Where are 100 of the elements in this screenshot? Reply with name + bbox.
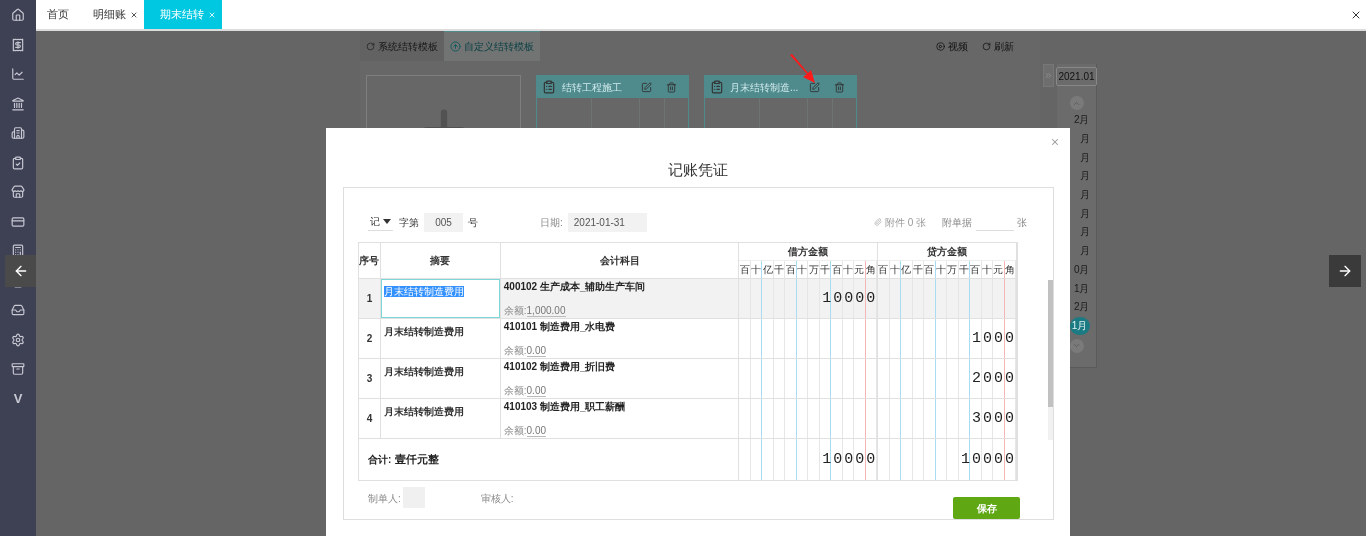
- logo-text[interactable]: V: [13, 391, 23, 405]
- balance-value: 0.00: [526, 346, 547, 357]
- digit-unit: 十: [843, 264, 853, 275]
- digit-unit: 元: [854, 264, 865, 275]
- column-header: 序号: [359, 254, 380, 268]
- inbox-icon[interactable]: [11, 303, 25, 317]
- calculator-icon[interactable]: [11, 244, 25, 258]
- bank-icon[interactable]: [11, 96, 25, 111]
- month-item[interactable]: 1月: [1073, 279, 1090, 298]
- dialog-title: 记账凭证: [668, 159, 728, 180]
- template-tab[interactable]: 系统结转模板: [360, 31, 444, 61]
- column-header: 会计科目: [599, 254, 640, 268]
- video-button[interactable]: 视频: [936, 31, 968, 61]
- delete-icon[interactable]: [834, 81, 845, 93]
- date-label: 日期:: [540, 215, 563, 230]
- building-icon[interactable]: [11, 126, 25, 140]
- account-text: 410101 制造费用_水电费: [503, 322, 616, 332]
- maker-label: 制单人:: [368, 492, 401, 506]
- digit-unit: 千: [774, 264, 785, 275]
- month-item[interactable]: 月: [1079, 148, 1090, 168]
- balance-value: 0.00: [526, 426, 547, 437]
- month-item[interactable]: 2月: [1073, 297, 1090, 317]
- month-item[interactable]: 0月: [1073, 260, 1090, 280]
- archive-icon[interactable]: [11, 362, 25, 376]
- digit-unit: 百: [924, 264, 935, 275]
- edit-icon[interactable]: [809, 81, 820, 93]
- delete-icon[interactable]: [666, 81, 677, 93]
- balance-label: 余额:: [503, 386, 527, 397]
- line-chart-icon[interactable]: [11, 67, 25, 81]
- digit-unit: 百: [739, 264, 750, 275]
- amount: 10000: [961, 452, 1016, 467]
- clipboard-icon: [542, 80, 556, 94]
- month-item[interactable]: 2月: [1073, 111, 1090, 130]
- amount: 3000: [972, 411, 1016, 426]
- balance-label: 余额:: [503, 426, 527, 437]
- receipt-icon[interactable]: [11, 37, 25, 52]
- month-item[interactable]: 1月: [1069, 316, 1090, 335]
- save-button[interactable]: 保存: [953, 497, 1020, 519]
- template-tab[interactable]: 自定义结转模板: [444, 31, 540, 61]
- refresh-icon: [366, 41, 375, 51]
- number-field[interactable]: 005: [424, 212, 463, 232]
- amount: 10000: [822, 452, 878, 467]
- date-field[interactable]: 2021-01-31: [567, 212, 647, 232]
- clipboard-check-icon[interactable]: [11, 155, 25, 170]
- tab[interactable]: 期末结转: [144, 0, 222, 29]
- voucher-row[interactable]: 2 月末结转制造费用 410101 制造费用_水电费 余额:0.00 1000: [359, 319, 1017, 359]
- clipboard-icon: [710, 80, 724, 94]
- close-icon[interactable]: [130, 10, 138, 19]
- balance-value: 1,000.00: [526, 306, 566, 317]
- store-icon[interactable]: [11, 185, 25, 199]
- summary-text: 月末结转制造费用: [383, 326, 464, 337]
- summary-input[interactable]: 月末结转制造费用: [380, 279, 500, 318]
- month-item[interactable]: 月: [1079, 223, 1090, 242]
- attach-docs-label: 附单据: [942, 215, 972, 230]
- month-item[interactable]: 月: [1079, 129, 1090, 149]
- tab[interactable]: 首页: [36, 0, 81, 29]
- digit-unit: 万: [808, 264, 819, 275]
- next-button[interactable]: [1329, 255, 1361, 287]
- card-icon[interactable]: [11, 214, 25, 229]
- period-field[interactable]: 2021.01: [1056, 67, 1097, 86]
- paperclip-icon[interactable]: [873, 218, 882, 226]
- month-item[interactable]: 月: [1079, 204, 1090, 224]
- home-icon[interactable]: [11, 8, 25, 22]
- column-header: 贷方金额: [927, 245, 968, 260]
- tab[interactable]: 明细账: [81, 0, 144, 29]
- digit-unit: 角: [1004, 264, 1015, 275]
- amount: 10000: [822, 291, 878, 306]
- settings-icon[interactable]: [11, 332, 25, 347]
- attach-docs-unit: 张: [1017, 215, 1027, 230]
- caret-icon: [383, 219, 391, 224]
- annotation-arrow: [788, 53, 818, 85]
- refresh-button[interactable]: 刷新: [982, 31, 1014, 61]
- voucher-row[interactable]: 1 月末结转制造费用 400102 生产成本_辅助生产车间 余额:1,000.00 10000: [359, 279, 1017, 319]
- card-title: 结转工程施工: [562, 80, 623, 95]
- balance-label: 余额:: [503, 346, 527, 357]
- digit-unit: 千: [912, 264, 923, 275]
- digit-unit: 千: [958, 264, 969, 275]
- month-item[interactable]: 月: [1079, 185, 1090, 205]
- column-header: 摘要: [430, 254, 451, 268]
- voucher-row[interactable]: 4 月末结转制造费用 410103 制造费用_职工薪酬 余额:0.00 3000: [359, 399, 1017, 439]
- month-item[interactable]: 月: [1079, 241, 1090, 261]
- digit-unit: 十: [889, 264, 900, 275]
- month-item[interactable]: 月: [1079, 167, 1090, 186]
- digit-unit: 元: [993, 264, 1004, 275]
- digit-unit: 千: [820, 264, 830, 275]
- edit-icon[interactable]: [641, 81, 652, 93]
- attachment-link[interactable]: 附件 0 张: [884, 214, 926, 230]
- word-label: 字第: [399, 215, 419, 230]
- amount: 2000: [972, 371, 1016, 386]
- voucher-word-select[interactable]: 记: [368, 213, 393, 231]
- refresh-icon: [982, 41, 991, 51]
- account-text: 410103 制造费用_职工薪酬: [503, 402, 626, 412]
- voucher-row[interactable]: 3 月末结转制造费用 410102 制造费用_折旧费 余额:0.00 2000: [359, 359, 1017, 399]
- digit-unit: 十: [935, 264, 946, 275]
- row-index: 1: [366, 292, 373, 306]
- balance-label: 余额:: [503, 306, 527, 317]
- summary-text: 月末结转制造费用: [383, 406, 464, 417]
- digit-unit: 百: [878, 264, 889, 275]
- digit-unit: 十: [751, 264, 762, 275]
- previous-button[interactable]: [5, 255, 36, 287]
